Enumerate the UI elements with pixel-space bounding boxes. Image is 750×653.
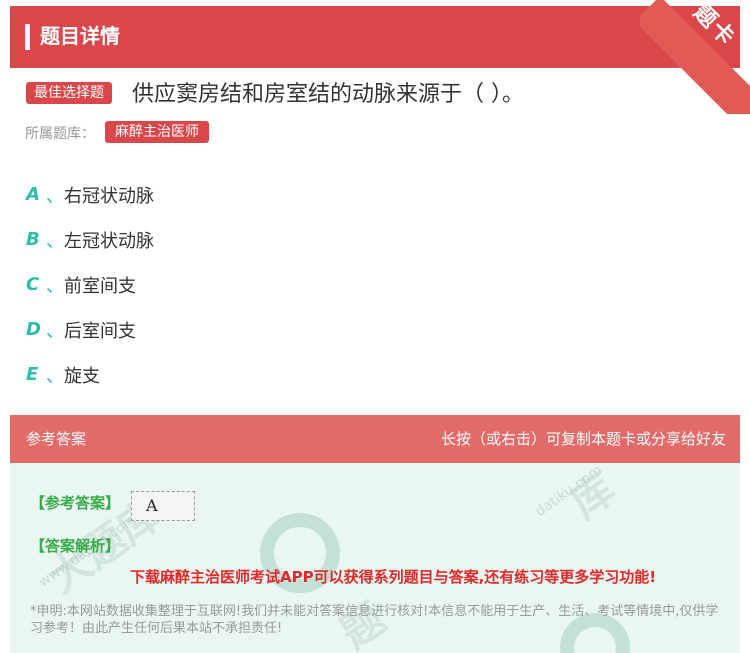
bank-label: 所属题库： — [25, 126, 95, 142]
option-separator: 、 — [46, 365, 64, 387]
option-a[interactable]: A 、 右冠状动脉 — [26, 172, 726, 217]
option-letter: E — [26, 364, 39, 385]
disclaimer-text: *申明:本网站数据收集整理于互联网!我们并未能对答案信息进行核对!本信息不能用于… — [30, 604, 719, 636]
answer-bar: 参考答案 长按（或右击）可复制本题卡或分享给好友 — [10, 415, 740, 463]
option-text: 后室间支 — [64, 320, 136, 342]
option-b[interactable]: B 、 左冠状动脉 — [26, 217, 726, 262]
option-d[interactable]: D 、 后室间支 — [26, 307, 726, 352]
header-accent-bar — [25, 24, 30, 50]
option-text: 旋支 — [64, 365, 100, 387]
answer-bar-title: 参考答案 — [26, 430, 87, 448]
option-separator: 、 — [46, 275, 64, 297]
reference-answer-label: 【参考答案】 — [30, 494, 121, 512]
bank-tag[interactable]: 麻醉主治医师 — [105, 121, 209, 143]
question-card: 题目详情 最佳选择题 供应窦房结和房室结的动脉来源于（ ）。 所属题库： 麻醉主… — [10, 6, 740, 653]
options-list: A 、 右冠状动脉 B 、 左冠状动脉 C 、 前室间支 D 、 后室间支 E … — [26, 172, 726, 397]
answer-panel: 大题库 库 题 www.datiku.com datiku.com 【参考答案】… — [10, 463, 740, 653]
option-letter: C — [26, 274, 40, 295]
option-separator: 、 — [46, 185, 64, 207]
question-text: 供应窦房结和房室结的动脉来源于（ ）。 — [132, 82, 524, 107]
option-separator: 、 — [46, 230, 64, 252]
option-letter: B — [26, 229, 40, 250]
option-c[interactable]: C 、 前室间支 — [26, 262, 726, 307]
page-title: 题目详情 — [40, 24, 120, 48]
option-text: 左冠状动脉 — [64, 230, 154, 252]
explanation-label: 【答案解析】 — [30, 537, 121, 555]
option-text: 右冠状动脉 — [64, 185, 154, 207]
header: 题目详情 — [10, 6, 740, 68]
option-separator: 、 — [46, 320, 64, 342]
question-type-badge: 最佳选择题 — [26, 82, 112, 104]
answer-image: A — [131, 491, 195, 521]
share-hint[interactable]: 长按（或右击）可复制本题卡或分享给好友 — [441, 428, 726, 450]
option-letter: D — [26, 319, 41, 340]
option-letter: A — [26, 184, 40, 205]
app-download-promo[interactable]: 下载麻醉主治医师考试APP可以获得系列题目与答案,还有练习等更多学习功能! — [130, 566, 656, 587]
option-e[interactable]: E 、 旋支 — [26, 352, 726, 397]
option-text: 前室间支 — [64, 275, 136, 297]
